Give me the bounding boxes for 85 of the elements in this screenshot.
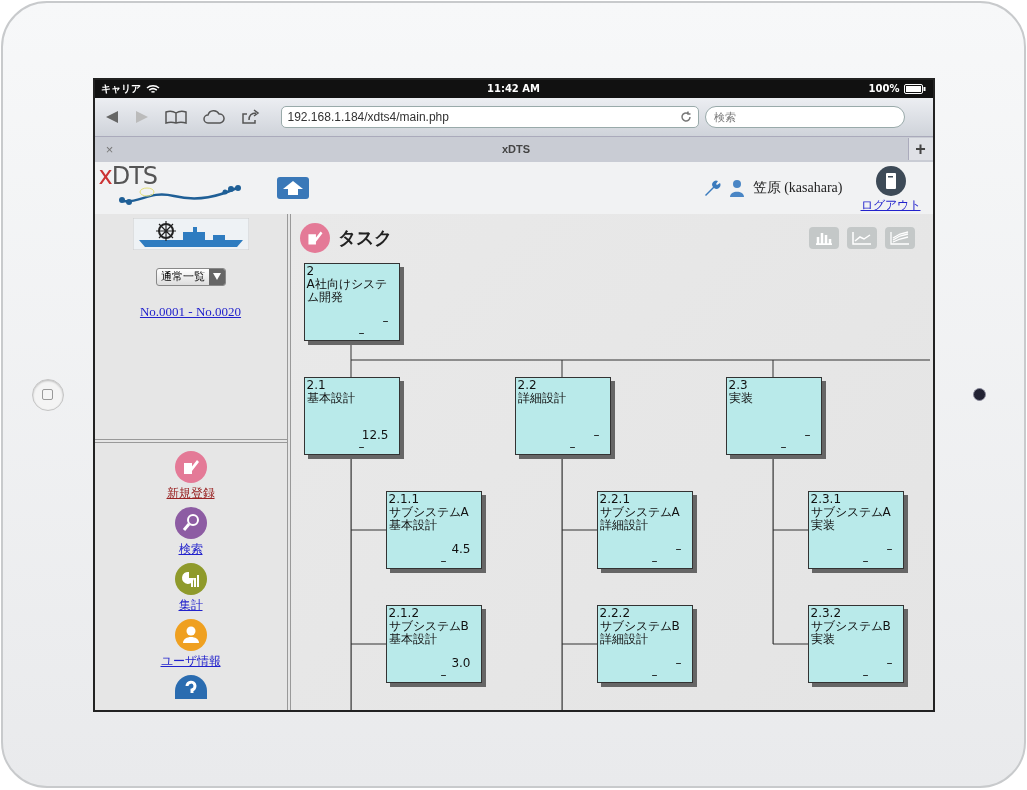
menu-link[interactable]: ユーザ情報: [160, 652, 221, 670]
task-number: 2.1: [306, 378, 327, 392]
help-icon[interactable]: [174, 674, 207, 699]
page-title: タスク: [337, 226, 392, 250]
camera-lens: [972, 388, 986, 401]
cloud-icon[interactable]: [202, 109, 225, 124]
home-button[interactable]: [31, 378, 64, 411]
task-name: 実装: [810, 518, 836, 532]
task-name: サブシステムB: [388, 619, 470, 633]
battery-icon: [904, 83, 927, 94]
address-field[interactable]: 192.168.1.184/xdts4/main.php: [280, 105, 699, 128]
status-time: 11:42 AM: [487, 83, 540, 94]
task-name: 詳細設計: [517, 391, 567, 405]
task-name: 詳細設計: [599, 632, 649, 646]
task-number: 2.2: [517, 378, 538, 392]
task-value: –: [440, 553, 447, 568]
door-icon[interactable]: [875, 165, 906, 196]
carrier-label: キャリア: [100, 81, 141, 96]
task-number: 2.2.1: [599, 492, 632, 506]
user-icon: [728, 178, 745, 197]
task-value: –: [382, 313, 389, 328]
bar-chart-icon: [814, 231, 833, 245]
task-name: 実装: [810, 632, 836, 646]
task-value: –: [780, 439, 787, 454]
menu-link[interactable]: 集計: [178, 596, 203, 614]
battery-label: 100%: [868, 83, 900, 94]
task-name: サブシステムA: [599, 505, 681, 519]
task-number: 2.1.2: [388, 606, 421, 620]
pie-chart-icon[interactable]: [174, 562, 207, 595]
task-value: –: [862, 553, 869, 568]
search-field[interactable]: 検索: [704, 105, 905, 128]
new-tab-button[interactable]: +: [907, 138, 933, 160]
line-chart-icon: [851, 231, 872, 245]
task-number: 2: [306, 264, 316, 278]
task-value: –: [886, 541, 893, 556]
task-number: 2.3.2: [810, 606, 843, 620]
share-icon[interactable]: [240, 108, 261, 125]
task-number: 2.1.1: [388, 492, 421, 506]
magnifier-icon[interactable]: [174, 506, 207, 539]
logo-text: xDTS: [98, 161, 158, 190]
task-name: 実装: [728, 391, 754, 405]
wifi-icon: [145, 83, 160, 94]
area-chart-icon: [889, 231, 910, 245]
task-value: 4.5: [451, 541, 471, 556]
task-value: –: [440, 667, 447, 682]
task-name: 基本設計: [388, 518, 438, 532]
task-value: 3.0: [451, 655, 471, 670]
pencil-icon[interactable]: [174, 450, 207, 483]
task-value: –: [651, 553, 658, 568]
task-value: –: [675, 655, 682, 670]
task-value: 12.5: [361, 427, 389, 442]
task-name: サブシステムA: [388, 505, 470, 519]
task-value: –: [804, 427, 811, 442]
menu-link[interactable]: 検索: [178, 540, 203, 558]
task-value: –: [569, 439, 576, 454]
logout-link[interactable]: ログアウト: [860, 196, 921, 214]
task-name: 詳細設計: [599, 518, 649, 532]
task-number: 2.3: [728, 378, 749, 392]
task-number: 2.3.1: [810, 492, 843, 506]
task-name: A社向けシステム開発: [306, 277, 388, 304]
menu-link[interactable]: 新規登録: [166, 484, 215, 502]
task-value: –: [358, 325, 365, 340]
book-icon[interactable]: [164, 109, 187, 124]
task-name: 基本設計: [388, 632, 438, 646]
home-button[interactable]: [276, 176, 309, 199]
task-value: –: [675, 541, 682, 556]
task-name: 基本設計: [306, 391, 356, 405]
task-value: –: [593, 427, 600, 442]
task-name: サブシステムB: [599, 619, 681, 633]
reload-icon[interactable]: [679, 110, 692, 123]
task-value: –: [358, 439, 365, 454]
view-select[interactable]: 通常一覧: [155, 267, 226, 286]
task-value: –: [862, 667, 869, 682]
pencil-icon: [299, 223, 330, 253]
browser-tab[interactable]: xDTS: [124, 143, 908, 155]
caret-icon: [212, 273, 221, 280]
user-name: 笠原 (kasahara): [752, 178, 843, 197]
back-icon[interactable]: [104, 109, 119, 124]
home-icon: [282, 180, 303, 195]
range-link[interactable]: No.0001 - No.0020: [139, 303, 242, 320]
task-value: –: [886, 655, 893, 670]
task-value: –: [651, 667, 658, 682]
task-name: サブシステムA: [810, 505, 892, 519]
task-name: サブシステムB: [810, 619, 892, 633]
task-number: 2.2.2: [599, 606, 632, 620]
